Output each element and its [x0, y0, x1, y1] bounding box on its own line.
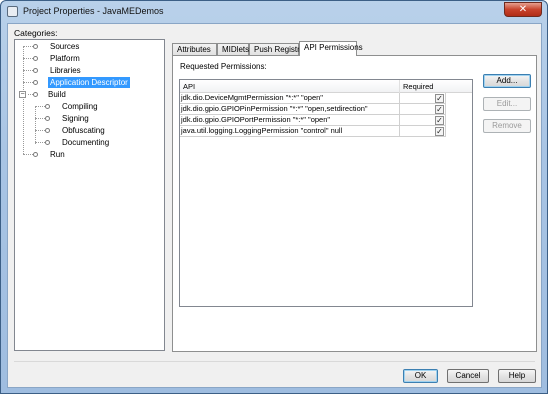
tab-attributes[interactable]: Attributes — [172, 43, 217, 55]
tree-item-label: Sources — [50, 42, 80, 51]
tree-connector — [23, 46, 24, 154]
permission-api-cell: jdk.dio.DeviceMgmtPermission "*:*" "open… — [180, 93, 400, 104]
table-row[interactable]: jdk.dio.gpio.GPIOPinPermission "*:*" "op… — [180, 104, 446, 115]
required-cell: ✓ — [400, 93, 446, 104]
tree-node-icon — [33, 56, 38, 61]
tree-item-label: Documenting — [62, 138, 110, 147]
cancel-button[interactable]: Cancel — [447, 369, 489, 383]
tree-node-icon — [45, 104, 50, 109]
tree-node-icon — [33, 44, 38, 49]
tree-node-icon — [33, 68, 38, 73]
table-row[interactable]: jdk.dio.DeviceMgmtPermission "*:*" "open… — [180, 93, 446, 104]
tree-item-label: Build — [48, 90, 66, 99]
requested-permissions-label: Requested Permissions: — [180, 62, 267, 71]
column-header-api[interactable]: API — [180, 80, 400, 93]
edit-button[interactable]: Edit... — [483, 97, 531, 111]
close-icon[interactable]: ✕ — [504, 2, 542, 17]
table-row[interactable]: java.util.logging.LoggingPermission "con… — [180, 126, 446, 137]
tree-node-icon — [33, 152, 38, 157]
table-row[interactable]: jdk.dio.gpio.GPIOPortPermission "*:*" "o… — [180, 115, 446, 126]
ok-button[interactable]: OK — [403, 369, 438, 383]
footer-divider — [14, 361, 535, 362]
tree-item-label: Obfuscating — [62, 126, 105, 135]
required-cell: ✓ — [400, 115, 446, 126]
tree-connector — [35, 107, 36, 144]
tree-item-label: Application Descriptor — [48, 77, 130, 88]
title-bar[interactable]: Project Properties - JavaMEDemos ✕ — [1, 1, 547, 23]
tree-item-label: Compiling — [62, 102, 98, 111]
required-checkbox[interactable]: ✓ — [435, 116, 444, 125]
tree-node-icon — [45, 128, 50, 133]
required-cell: ✓ — [400, 104, 446, 115]
project-properties-dialog: Project Properties - JavaMEDemos ✕ Categ… — [0, 0, 548, 394]
dialog-content: Categories: Sources Platform Libraries A… — [7, 23, 542, 388]
window-app-icon — [7, 6, 18, 17]
table-header: API Required — [180, 80, 472, 93]
tab-midlets[interactable]: MIDlets — [217, 43, 249, 55]
add-button[interactable]: Add... — [483, 74, 531, 88]
tree-item-label: Libraries — [50, 66, 81, 75]
tree-item-label: Signing — [62, 114, 89, 123]
categories-label: Categories: — [14, 28, 58, 38]
window-title: Project Properties - JavaMEDemos — [23, 6, 164, 16]
required-checkbox[interactable]: ✓ — [435, 105, 444, 114]
tree-node-icon — [33, 80, 38, 85]
required-cell: ✓ — [400, 126, 446, 137]
tree-item-label: Platform — [50, 54, 80, 63]
help-button[interactable]: Help — [498, 369, 536, 383]
tab-api-permissions[interactable]: API Permissions — [299, 41, 363, 56]
permissions-table[interactable]: API Required jdk.dio.DeviceMgmtPermissio… — [179, 79, 473, 307]
remove-button[interactable]: Remove — [483, 119, 531, 133]
permission-api-cell: jdk.dio.gpio.GPIOPortPermission "*:*" "o… — [180, 115, 400, 126]
permission-api-cell: jdk.dio.gpio.GPIOPinPermission "*:*" "op… — [180, 104, 400, 115]
categories-tree[interactable]: Sources Platform Libraries Application D… — [14, 39, 165, 351]
collapse-icon[interactable]: − — [19, 91, 26, 98]
required-checkbox[interactable]: ✓ — [435, 127, 444, 136]
column-header-required[interactable]: Required — [400, 80, 472, 93]
tab-push-registry[interactable]: Push Registry — [249, 43, 304, 55]
tree-node-icon — [45, 140, 50, 145]
required-checkbox[interactable]: ✓ — [435, 94, 444, 103]
permission-api-cell: java.util.logging.LoggingPermission "con… — [180, 126, 400, 137]
tree-node-icon — [45, 116, 50, 121]
tree-item-label: Run — [50, 150, 65, 159]
tree-node-icon — [33, 92, 38, 97]
